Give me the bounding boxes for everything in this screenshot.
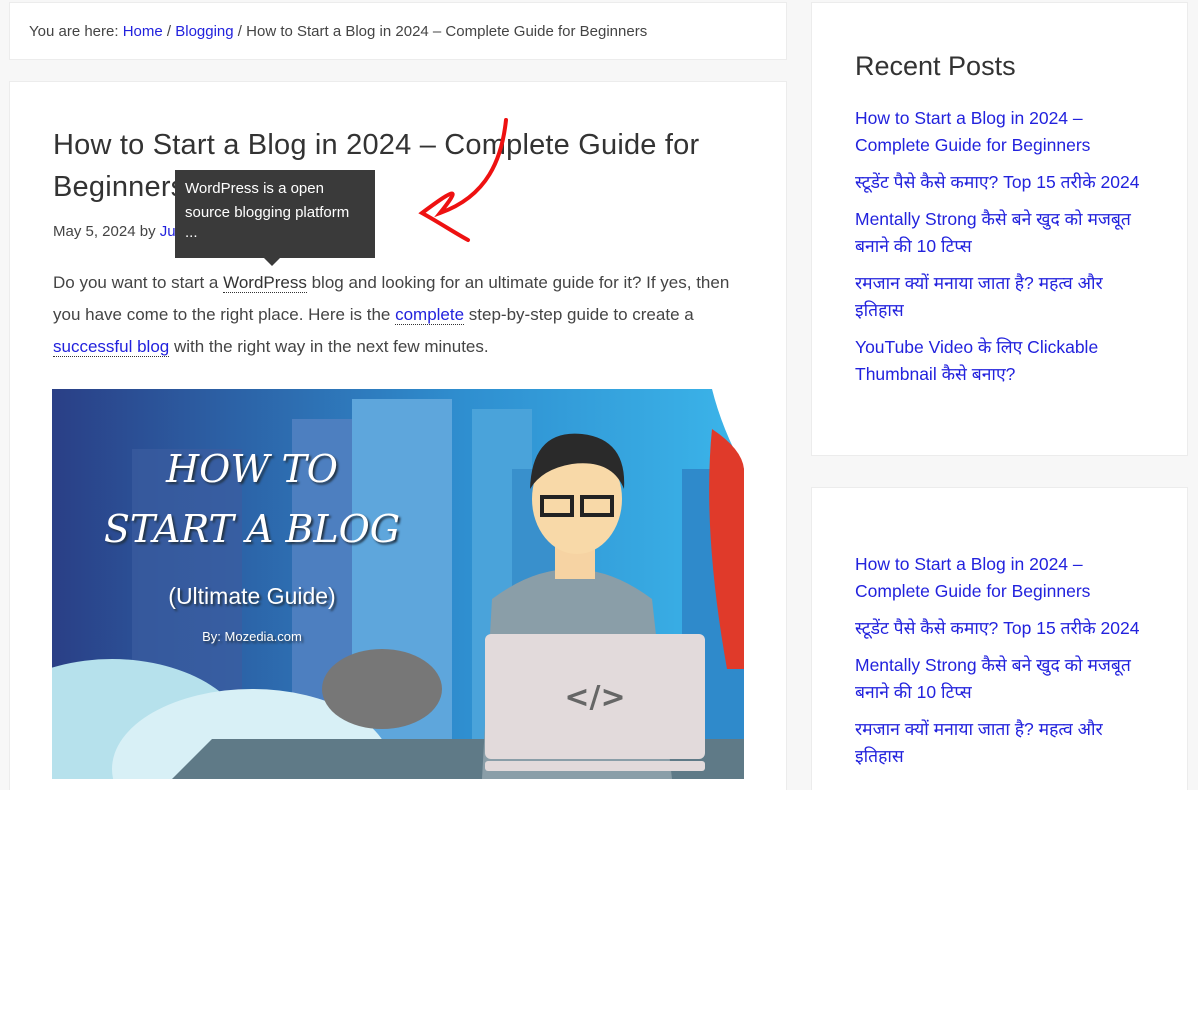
page-title: How to Start a Blog in 2024 – Complete G…	[53, 129, 700, 203]
recent-posts-widget: Recent Posts How to Start a Blog in 2024…	[811, 2, 1188, 456]
hero-text: START A BLOG	[103, 507, 401, 551]
svg-text:</>: </>	[564, 680, 625, 715]
breadcrumb-current: How to Start a Blog in 2024 – Complete G…	[246, 23, 648, 40]
post-link[interactable]: रमजान क्यों मनाया जाता है? महत्व और इतिह…	[855, 719, 1103, 766]
author-link[interactable]: Ju	[160, 223, 176, 240]
breadcrumb-home[interactable]: Home	[123, 23, 163, 40]
text: Do you want to start a	[53, 273, 224, 292]
annotation-arrow-icon	[418, 118, 508, 242]
post-date: May 5, 2024	[53, 223, 136, 240]
widget-title: Recent Posts	[855, 51, 1016, 81]
posts-list: How to Start a Blog in 2024 – Complete G…	[855, 551, 1145, 780]
hero-text: By: Mozedia.com	[202, 629, 302, 644]
tooltip-more: ...	[185, 224, 198, 241]
complete-link[interactable]: complete	[395, 305, 465, 325]
posts-widget: How to Start a Blog in 2024 – Complete G…	[811, 487, 1188, 790]
tooltip-line: source blogging platform	[185, 204, 350, 221]
text: step-by-step guide to create a	[464, 305, 694, 324]
hero-text: HOW TO	[166, 447, 338, 491]
post-meta: May 5, 2024 by Ju	[53, 223, 176, 240]
tooltip-line: WordPress is a open	[185, 180, 324, 197]
featured-image: </> HOW TO START A BLOG (Ultimate Guide)…	[52, 389, 744, 779]
breadcrumb-separator: /	[166, 23, 172, 40]
recent-post-link[interactable]: स्टूडेंट पैसे कैसे कमाए? Top 15 तरीके 20…	[855, 172, 1139, 192]
post-link[interactable]: Mentally Strong कैसे बने खुद को मजबूत बन…	[855, 655, 1131, 702]
breadcrumb-prefix: You are here:	[29, 23, 119, 40]
recent-posts-list: How to Start a Blog in 2024 – Complete G…	[855, 105, 1145, 398]
recent-post-link[interactable]: How to Start a Blog in 2024 – Complete G…	[855, 108, 1090, 155]
by-label: by	[139, 223, 156, 240]
recent-post-link[interactable]: YouTube Video के लिए Clickable Thumbnail…	[855, 337, 1098, 384]
intro-paragraph: Do you want to start a WordPress blog an…	[53, 267, 748, 363]
post-link[interactable]: स्टूडेंट पैसे कैसे कमाए? Top 15 तरीके 20…	[855, 618, 1139, 638]
recent-post-link[interactable]: Mentally Strong कैसे बने खुद को मजबूत बन…	[855, 209, 1131, 256]
breadcrumb-separator: /	[237, 23, 242, 40]
text: with the right way in the next few minut…	[169, 337, 489, 356]
breadcrumb: You are here: Home / Blogging / How to S…	[9, 2, 787, 60]
tooltip: WordPress is a open source blogging plat…	[175, 170, 375, 266]
breadcrumb-blogging[interactable]: Blogging	[175, 23, 233, 40]
hero-text: (Ultimate Guide)	[168, 583, 336, 609]
wordpress-link[interactable]: WordPress	[223, 273, 307, 293]
successful-blog-link[interactable]: successful blog	[53, 337, 170, 357]
post-link[interactable]: How to Start a Blog in 2024 – Complete G…	[855, 554, 1090, 601]
recent-post-link[interactable]: रमजान क्यों मनाया जाता है? महत्व और इतिह…	[855, 273, 1103, 320]
page: You are here: Home / Blogging / How to S…	[0, 0, 1198, 790]
